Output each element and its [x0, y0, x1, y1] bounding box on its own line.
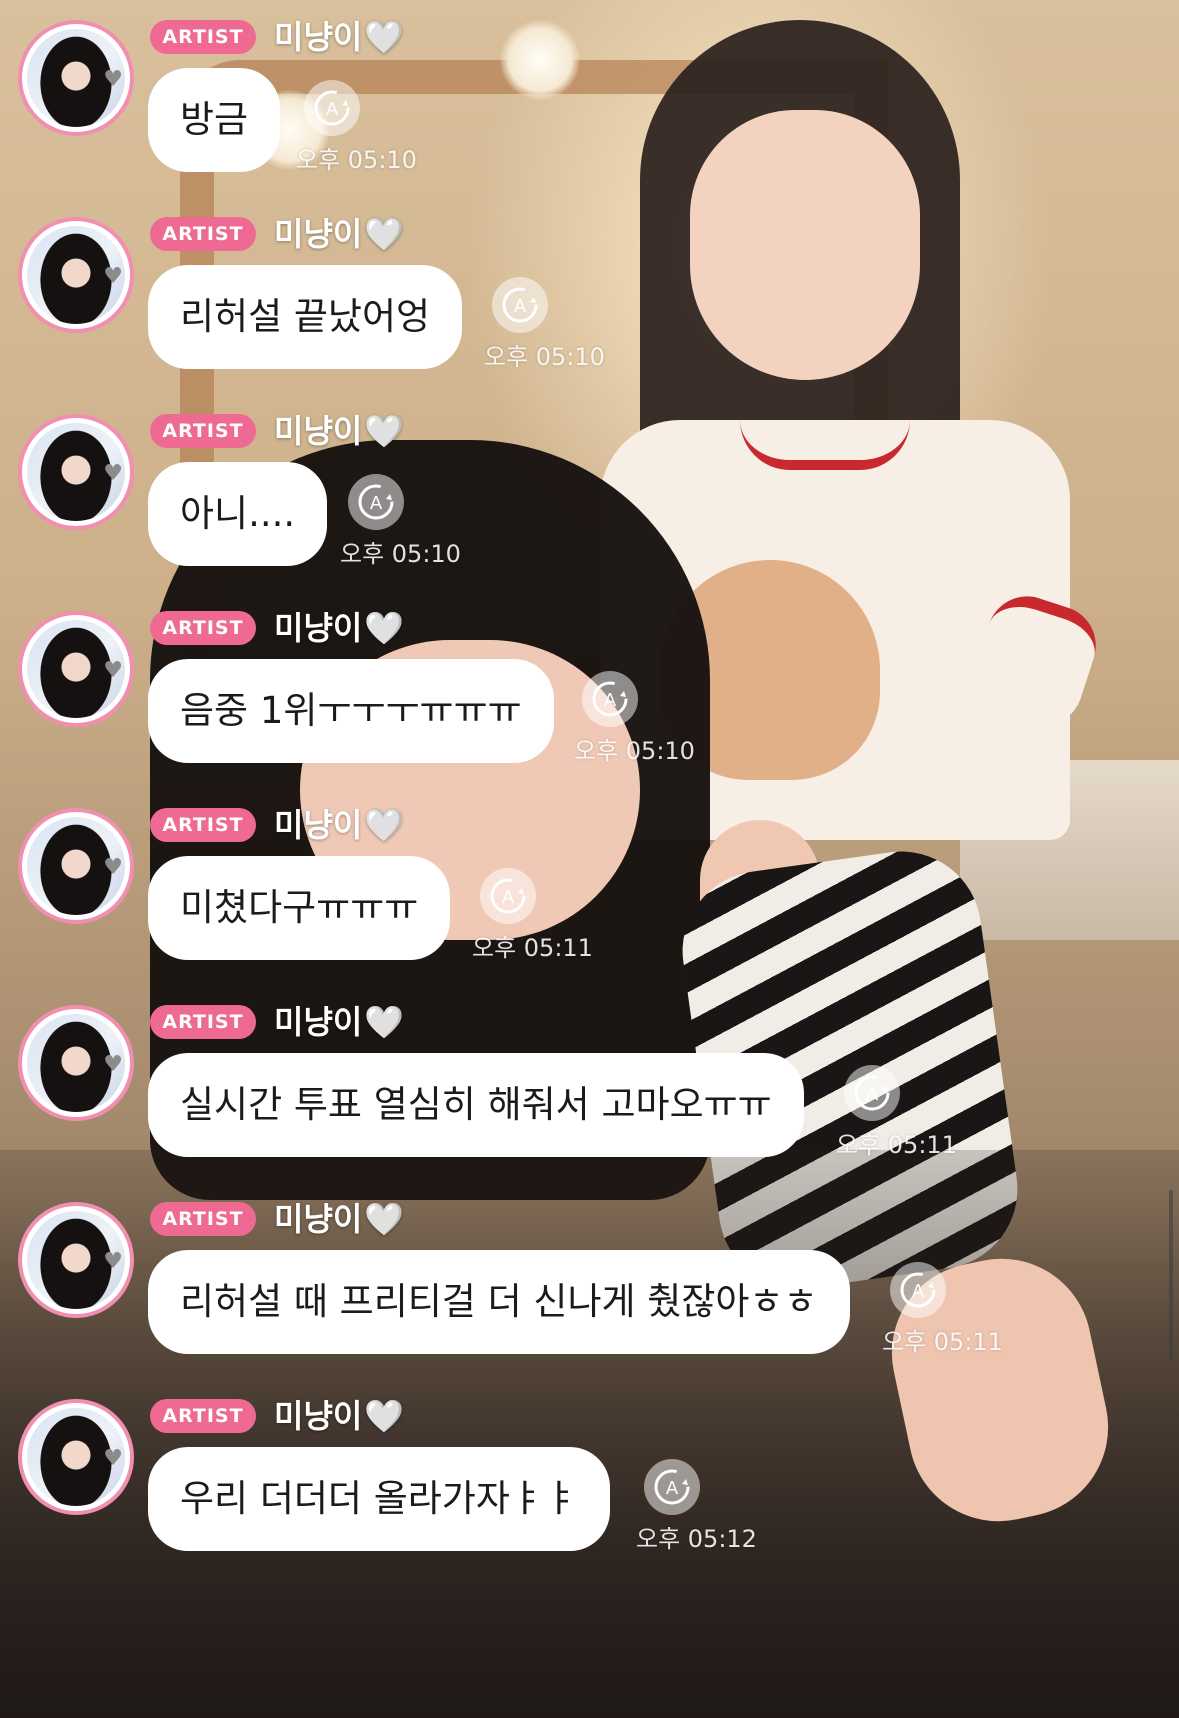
message-bubble: 실시간 투표 열심히 해줘서 고마오ㅠㅠ: [148, 1053, 804, 1157]
sender-name: 미냥이🤍: [274, 1389, 404, 1443]
sender-name: 미냥이🤍: [274, 601, 404, 655]
avatar-image: ♥: [27, 423, 125, 521]
translate-icon[interactable]: A: [582, 671, 638, 727]
artist-badge: ARTIST: [150, 1202, 256, 1236]
artist-badge: ARTIST: [150, 20, 256, 54]
heart-icon: 🤍: [364, 1003, 405, 1041]
message-bubble: 방금: [148, 68, 281, 172]
avatar-image: ♥: [27, 226, 125, 324]
translate-icon[interactable]: A: [844, 1065, 900, 1121]
sender-name: 미냥이🤍: [274, 798, 404, 852]
chat-message: ♥ ARTIST 미냥이🤍 실시간 투표 열심히 해줘서 고마오ㅠㅠ A 오후 …: [0, 985, 1179, 1182]
scrollbar[interactable]: [1169, 1190, 1173, 1360]
message-bubble: 음중 1위ㅜㅜㅜㅠㅠㅠ: [148, 659, 554, 763]
message-bubble: 미쳤다구ㅠㅠㅠ: [148, 856, 451, 960]
avatar-image: ♥: [27, 29, 125, 127]
translate-icon[interactable]: A: [348, 474, 404, 530]
sender-name-text: 미냥이: [274, 1003, 363, 1041]
message-bubble: 아니....: [148, 462, 328, 566]
sender-name: 미냥이🤍: [274, 207, 404, 261]
chat-message: ♥ ARTIST 미냥이🤍 리허설 때 프리티걸 더 신나게 췄잖아ㅎㅎ A 오…: [0, 1182, 1179, 1379]
svg-text:A: A: [370, 493, 383, 514]
sender-name-text: 미냥이: [274, 806, 363, 844]
sender-name-text: 미냥이: [274, 412, 363, 450]
translate-icon[interactable]: A: [644, 1459, 700, 1515]
heart-icon: 🤍: [364, 1200, 405, 1238]
heart-icon: 🤍: [364, 609, 405, 647]
message-time: 오후 05:11: [882, 1328, 1003, 1356]
sender-name: 미냥이🤍: [274, 995, 404, 1049]
chat-message: ♥ ARTIST 미냥이🤍 우리 더더더 올라가자ㅑㅑ A 오후 05:12: [0, 1379, 1179, 1576]
avatar-image: ♥: [27, 1014, 125, 1112]
message-bubble: 리허설 때 프리티걸 더 신나게 췄잖아ㅎㅎ: [148, 1250, 850, 1354]
message-time: 오후 05:10: [574, 737, 695, 765]
avatar-image: ♥: [27, 817, 125, 915]
svg-text:A: A: [604, 690, 617, 711]
sender-name-text: 미냥이: [274, 1200, 363, 1238]
translate-icon[interactable]: A: [492, 277, 548, 333]
avatar[interactable]: ♥: [18, 414, 134, 530]
heart-icon: 🤍: [364, 1397, 405, 1435]
sender-name: 미냥이🤍: [274, 1192, 404, 1246]
heart-icon: ♥: [103, 264, 123, 289]
translate-icon[interactable]: A: [480, 868, 536, 924]
heart-icon: ♥: [103, 1249, 123, 1274]
chat-message: ♥ ARTIST 미냥이🤍 음중 1위ㅜㅜㅜㅠㅠㅠ A 오후 05:10: [0, 591, 1179, 788]
heart-icon: ♥: [103, 461, 123, 486]
artist-badge: ARTIST: [150, 808, 256, 842]
svg-text:A: A: [514, 296, 527, 317]
chat-message: ♥ ARTIST 미냥이🤍 리허설 끝났어엉 A 오후 05:10: [0, 197, 1179, 394]
message-time: 오후 05:10: [296, 146, 417, 174]
sender-name-text: 미냥이: [274, 609, 363, 647]
svg-text:A: A: [912, 1281, 925, 1302]
svg-text:A: A: [502, 887, 515, 908]
heart-icon: 🤍: [364, 215, 405, 253]
svg-text:A: A: [666, 1478, 679, 1499]
sender-name-text: 미냥이: [274, 18, 363, 56]
svg-text:A: A: [326, 99, 339, 120]
avatar-image: ♥: [27, 1408, 125, 1506]
heart-icon: ♥: [103, 1052, 123, 1077]
translate-icon[interactable]: A: [890, 1262, 946, 1318]
heart-icon: ♥: [103, 67, 123, 92]
artist-badge: ARTIST: [150, 611, 256, 645]
avatar-image: ♥: [27, 1211, 125, 1309]
sender-name: 미냥이🤍: [274, 404, 404, 458]
artist-badge: ARTIST: [150, 1399, 256, 1433]
message-time: 오후 05:10: [484, 343, 605, 371]
message-time: 오후 05:11: [472, 934, 593, 962]
avatar[interactable]: ♥: [18, 1399, 134, 1515]
artist-badge: ARTIST: [150, 217, 256, 251]
sender-name: 미냥이🤍: [274, 10, 404, 64]
message-time: 오후 05:11: [836, 1131, 957, 1159]
heart-icon: ♥: [103, 1446, 123, 1471]
avatar[interactable]: ♥: [18, 217, 134, 333]
chat-message: ♥ ARTIST 미냥이🤍 방금 A 오후 05:10: [0, 0, 1179, 197]
heart-icon: ♥: [103, 658, 123, 683]
artist-badge: ARTIST: [150, 414, 256, 448]
artist-badge: ARTIST: [150, 1005, 256, 1039]
sender-name-text: 미냥이: [274, 215, 363, 253]
sender-name-text: 미냥이: [274, 1397, 363, 1435]
message-bubble: 리허설 끝났어엉: [148, 265, 463, 369]
avatar[interactable]: ♥: [18, 1005, 134, 1121]
avatar[interactable]: ♥: [18, 20, 134, 136]
message-time: 오후 05:10: [340, 540, 461, 568]
heart-icon: ♥: [103, 855, 123, 880]
message-bubble: 우리 더더더 올라가자ㅑㅑ: [148, 1447, 610, 1551]
avatar[interactable]: ♥: [18, 808, 134, 924]
chat-message: ♥ ARTIST 미냥이🤍 미쳤다구ㅠㅠㅠ A 오후 05:11: [0, 788, 1179, 985]
heart-icon: 🤍: [364, 412, 405, 450]
avatar[interactable]: ♥: [18, 1202, 134, 1318]
svg-text:A: A: [866, 1084, 879, 1105]
avatar[interactable]: ♥: [18, 611, 134, 727]
heart-icon: 🤍: [364, 806, 405, 844]
heart-icon: 🤍: [364, 18, 405, 56]
avatar-image: ♥: [27, 620, 125, 718]
chat-message: ♥ ARTIST 미냥이🤍 아니.... A 오후 05:10: [0, 394, 1179, 591]
message-time: 오후 05:12: [636, 1525, 757, 1553]
translate-icon[interactable]: A: [304, 80, 360, 136]
